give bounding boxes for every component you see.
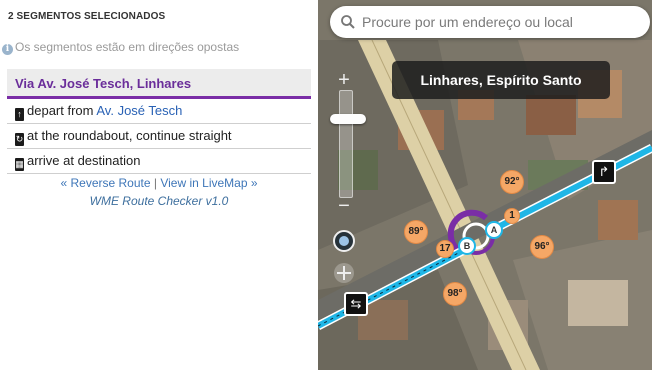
- destination-flag-icon: ▦: [15, 158, 24, 171]
- angle-badge: 96°: [530, 235, 554, 259]
- route-marker-a[interactable]: A: [485, 221, 503, 239]
- angle-badge: 98°: [443, 282, 467, 306]
- link-separator: |: [153, 176, 157, 190]
- map-view[interactable]: Linhares, Espírito Santo + − 92° 89° 96°…: [318, 0, 652, 370]
- layers-toggle-icon[interactable]: [332, 229, 356, 253]
- angle-badge: 1: [504, 208, 520, 224]
- route-steps: ↑ depart from Av. José Tesch ↻ at the roun…: [7, 99, 311, 174]
- satellite-imagery: [318, 0, 652, 370]
- route-links: « Reverse Route | View in LiveMap »: [0, 176, 318, 190]
- route-step: ↻ at the roundabout, continue straight: [7, 124, 311, 149]
- info-icon: i: [2, 44, 13, 55]
- angle-badge: 92°: [500, 170, 524, 194]
- city-label: Linhares, Espírito Santo: [392, 61, 610, 99]
- view-livemap-link[interactable]: View in LiveMap »: [160, 176, 257, 190]
- angle-badge: 89°: [404, 220, 428, 244]
- route-panel: 2 SEGMENTOS SELECIONADOS i Os segmentos e…: [0, 0, 318, 370]
- locate-icon[interactable]: [332, 261, 356, 285]
- step-text: arrive at destination: [27, 153, 141, 168]
- zoom-control: + −: [327, 66, 366, 224]
- direction-info-text: Os segmentos estão em direções opostas: [15, 40, 240, 54]
- selection-heading: 2 SEGMENTOS SELECIONADOS: [8, 11, 166, 22]
- roundabout-icon: ↻: [15, 133, 24, 146]
- two-way-arrow-icon[interactable]: ⇆: [344, 292, 368, 316]
- route-title: Via Av. José Tesch, Linhares: [7, 69, 311, 99]
- zoom-in-button[interactable]: +: [333, 70, 355, 92]
- search-box[interactable]: [330, 6, 650, 38]
- zoom-slider-track[interactable]: [339, 90, 353, 198]
- direction-info: i Os segmentos estão em direções opostas: [2, 40, 239, 55]
- zoom-slider-handle[interactable]: [330, 114, 366, 124]
- script-credit: WME Route Checker v1.0: [89, 194, 229, 208]
- route-step: ▦ arrive at destination: [7, 149, 311, 174]
- step-text: depart from: [27, 103, 97, 118]
- reverse-route-link[interactable]: « Reverse Route: [60, 176, 150, 190]
- street-link[interactable]: Av. José Tesch: [96, 103, 182, 118]
- step-text: at the roundabout, continue straight: [27, 128, 232, 143]
- depart-arrow-icon: ↑: [15, 108, 24, 121]
- route-marker-b[interactable]: B: [458, 237, 476, 255]
- angle-badge: 17: [436, 240, 454, 258]
- search-icon: [341, 15, 355, 29]
- route-step: ↑ depart from Av. José Tesch: [7, 99, 311, 124]
- zoom-out-button[interactable]: −: [333, 196, 355, 218]
- search-input[interactable]: [362, 12, 642, 32]
- turn-arrow-icon[interactable]: ↱: [592, 160, 616, 184]
